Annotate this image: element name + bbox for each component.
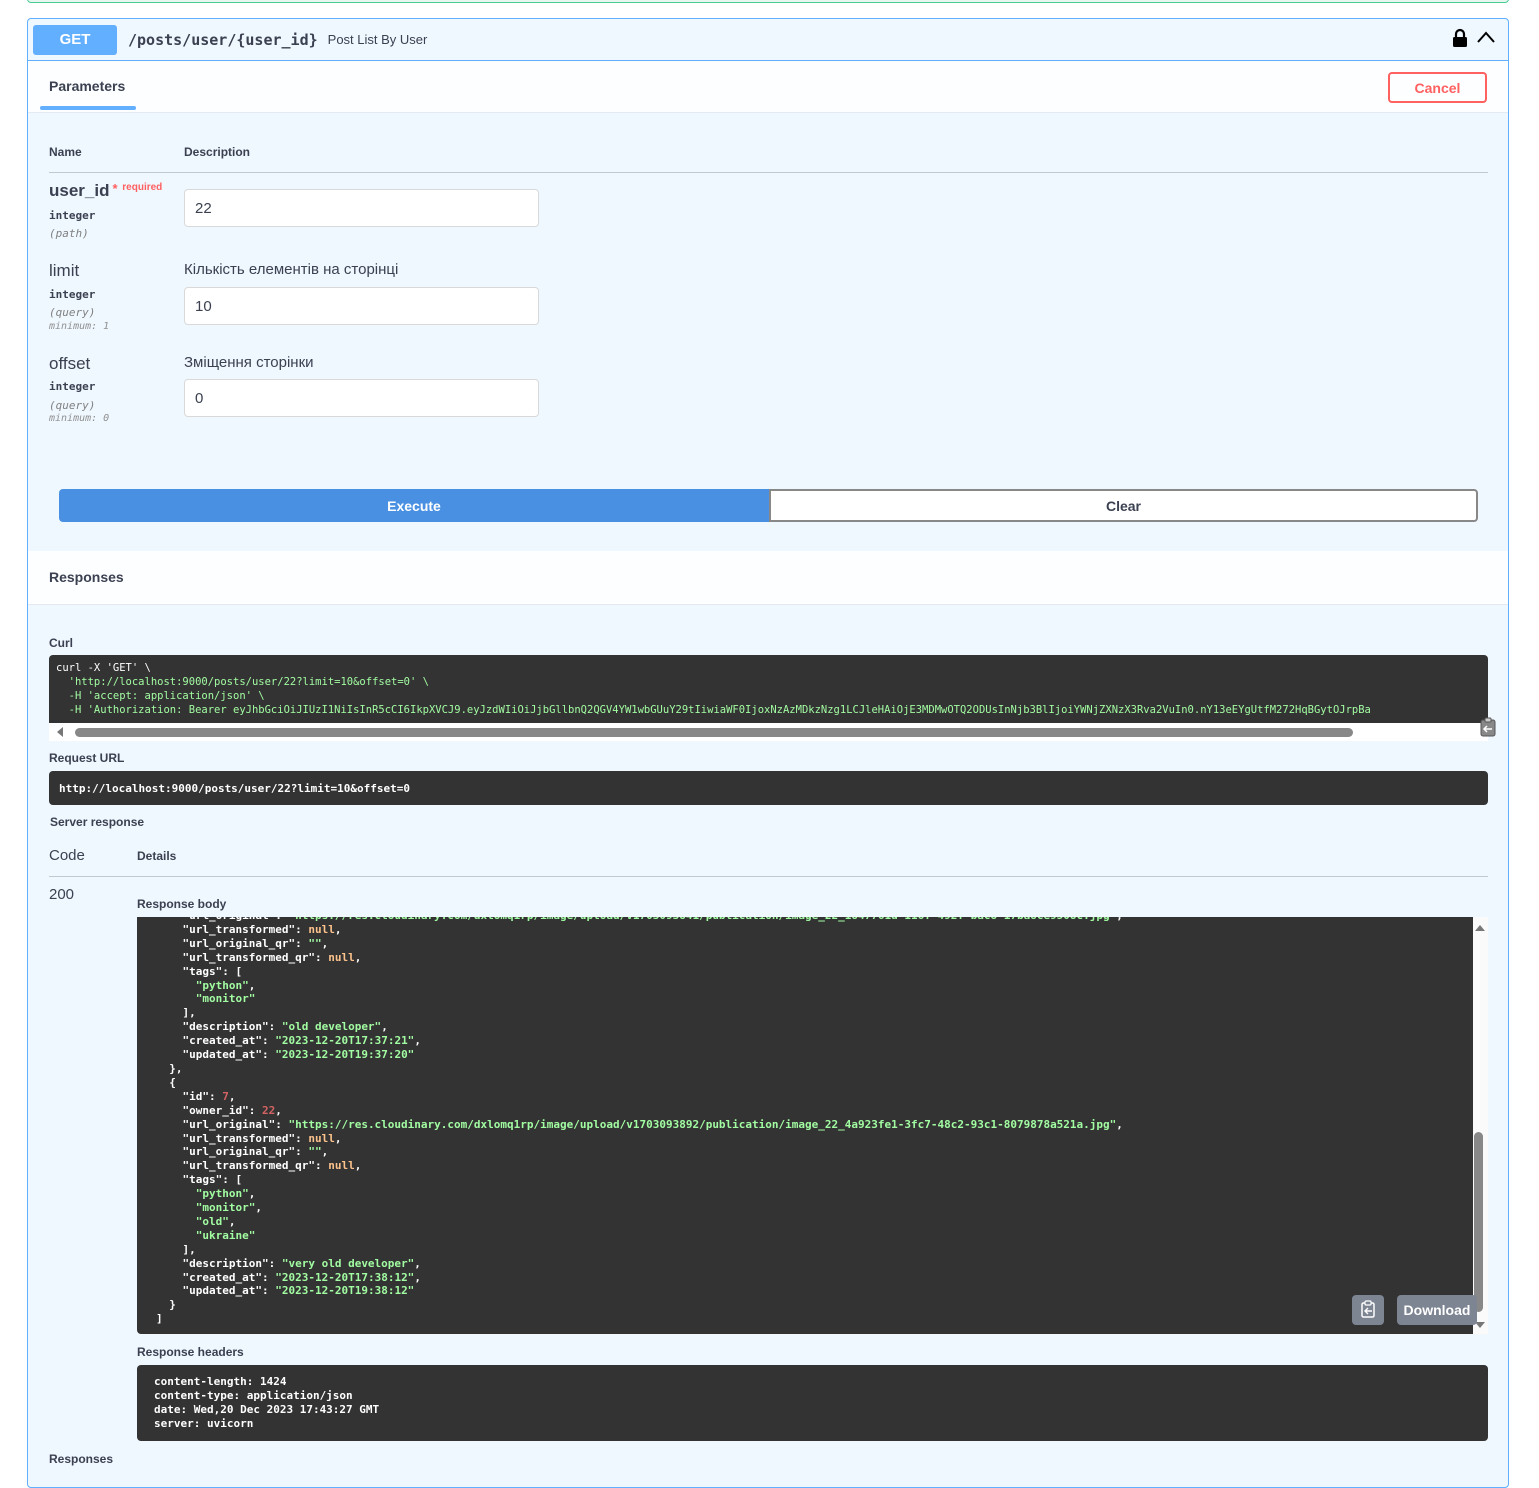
column-name-header: Name: [49, 145, 82, 159]
copy-response-button[interactable]: [1352, 1295, 1384, 1325]
chevron-up-icon[interactable]: [1476, 30, 1496, 49]
download-button[interactable]: Download: [1397, 1295, 1477, 1325]
parameter-name: limit: [49, 261, 80, 280]
curl-horizontal-scrollbar[interactable]: [49, 723, 1488, 741]
code-column-header: Code: [49, 847, 85, 864]
curl-label: Curl: [49, 636, 73, 650]
responses-footer-label: Responses: [49, 1452, 114, 1466]
scroll-up-arrow-icon[interactable]: [1475, 925, 1485, 931]
parameter-minimum: minimum: 1: [49, 321, 110, 332]
response-headers-box[interactable]: content-length: 1424 content-type: appli…: [137, 1365, 1488, 1441]
cancel-button[interactable]: Cancel: [1388, 72, 1487, 103]
execute-button-group: Execute Clear: [59, 489, 1478, 522]
copy-to-clipboard-icon: [1360, 1299, 1376, 1321]
column-description-header: Description: [184, 145, 251, 159]
operation-summary-text: Post List By User: [327, 32, 428, 47]
parameters-table-header: Name Description: [49, 143, 1488, 173]
parameter-location: (query): [49, 306, 96, 319]
parameter-name: user_id * required: [49, 181, 163, 200]
server-response-label: Server response: [50, 815, 145, 829]
response-body-label: Response body: [137, 897, 227, 911]
operation-summary[interactable]: GET /posts/user/{user_id} Post List By U…: [28, 19, 1508, 61]
tab-active-indicator: [40, 106, 136, 110]
response-body-vertical-scrollbar[interactable]: [1473, 917, 1488, 1334]
response-body-json: "url_original": "https://res.cloudinary.…: [156, 917, 1123, 1326]
execute-button[interactable]: Execute: [59, 489, 769, 522]
responses-title: Responses: [49, 569, 124, 585]
response-headers-label: Response headers: [137, 1345, 244, 1359]
parameter-type: integer: [49, 380, 96, 393]
clear-button[interactable]: Clear: [769, 489, 1478, 522]
parameter-minimum: minimum: 0: [49, 413, 110, 424]
scroll-left-arrow-icon[interactable]: [57, 727, 63, 737]
scrollbar-thumb[interactable]: [75, 728, 1353, 737]
copy-to-clipboard-icon[interactable]: [1478, 717, 1498, 742]
response-body-box[interactable]: "url_original": "https://res.cloudinary.…: [137, 917, 1473, 1334]
response-status-code: 200: [49, 886, 75, 903]
parameters-table: Name Description user_id * required integ…: [49, 143, 1488, 424]
response-table-header: Code Details: [49, 841, 1488, 877]
required-label: required: [122, 182, 163, 193]
parameters-header: Parameters Cancel: [28, 61, 1508, 113]
limit-input[interactable]: [184, 287, 539, 325]
parameter-location: (query): [49, 399, 96, 412]
parameter-name: offset: [49, 354, 91, 373]
parameter-location: (path): [49, 227, 89, 240]
responses-header: Responses: [28, 551, 1508, 605]
request-url-label: Request URL: [49, 751, 125, 765]
operation-block-get-posts-user: GET /posts/user/{user_id} Post List By U…: [27, 18, 1509, 1488]
lock-icon[interactable]: [1452, 28, 1468, 53]
request-url-box[interactable]: http://localhost:9000/posts/user/22?limi…: [49, 771, 1488, 805]
parameter-description: Кількість елементів на сторінці: [184, 261, 399, 278]
scrollbar-thumb[interactable]: [1474, 1132, 1483, 1312]
details-column-header: Details: [137, 849, 177, 863]
required-star: *: [112, 181, 118, 196]
http-method-badge: GET: [33, 24, 117, 55]
operation-path: /posts/user/{user_id}: [128, 30, 318, 49]
parameter-type: integer: [49, 209, 96, 222]
parameter-description: Зміщення сторінки: [184, 354, 314, 371]
offset-input[interactable]: [184, 379, 539, 417]
user-id-input[interactable]: [184, 189, 539, 227]
previous-operation-block: [27, 0, 1509, 3]
parameter-type: integer: [49, 288, 96, 301]
curl-command-box[interactable]: curl -X 'GET' \ 'http://localhost:9000/p…: [49, 655, 1488, 723]
